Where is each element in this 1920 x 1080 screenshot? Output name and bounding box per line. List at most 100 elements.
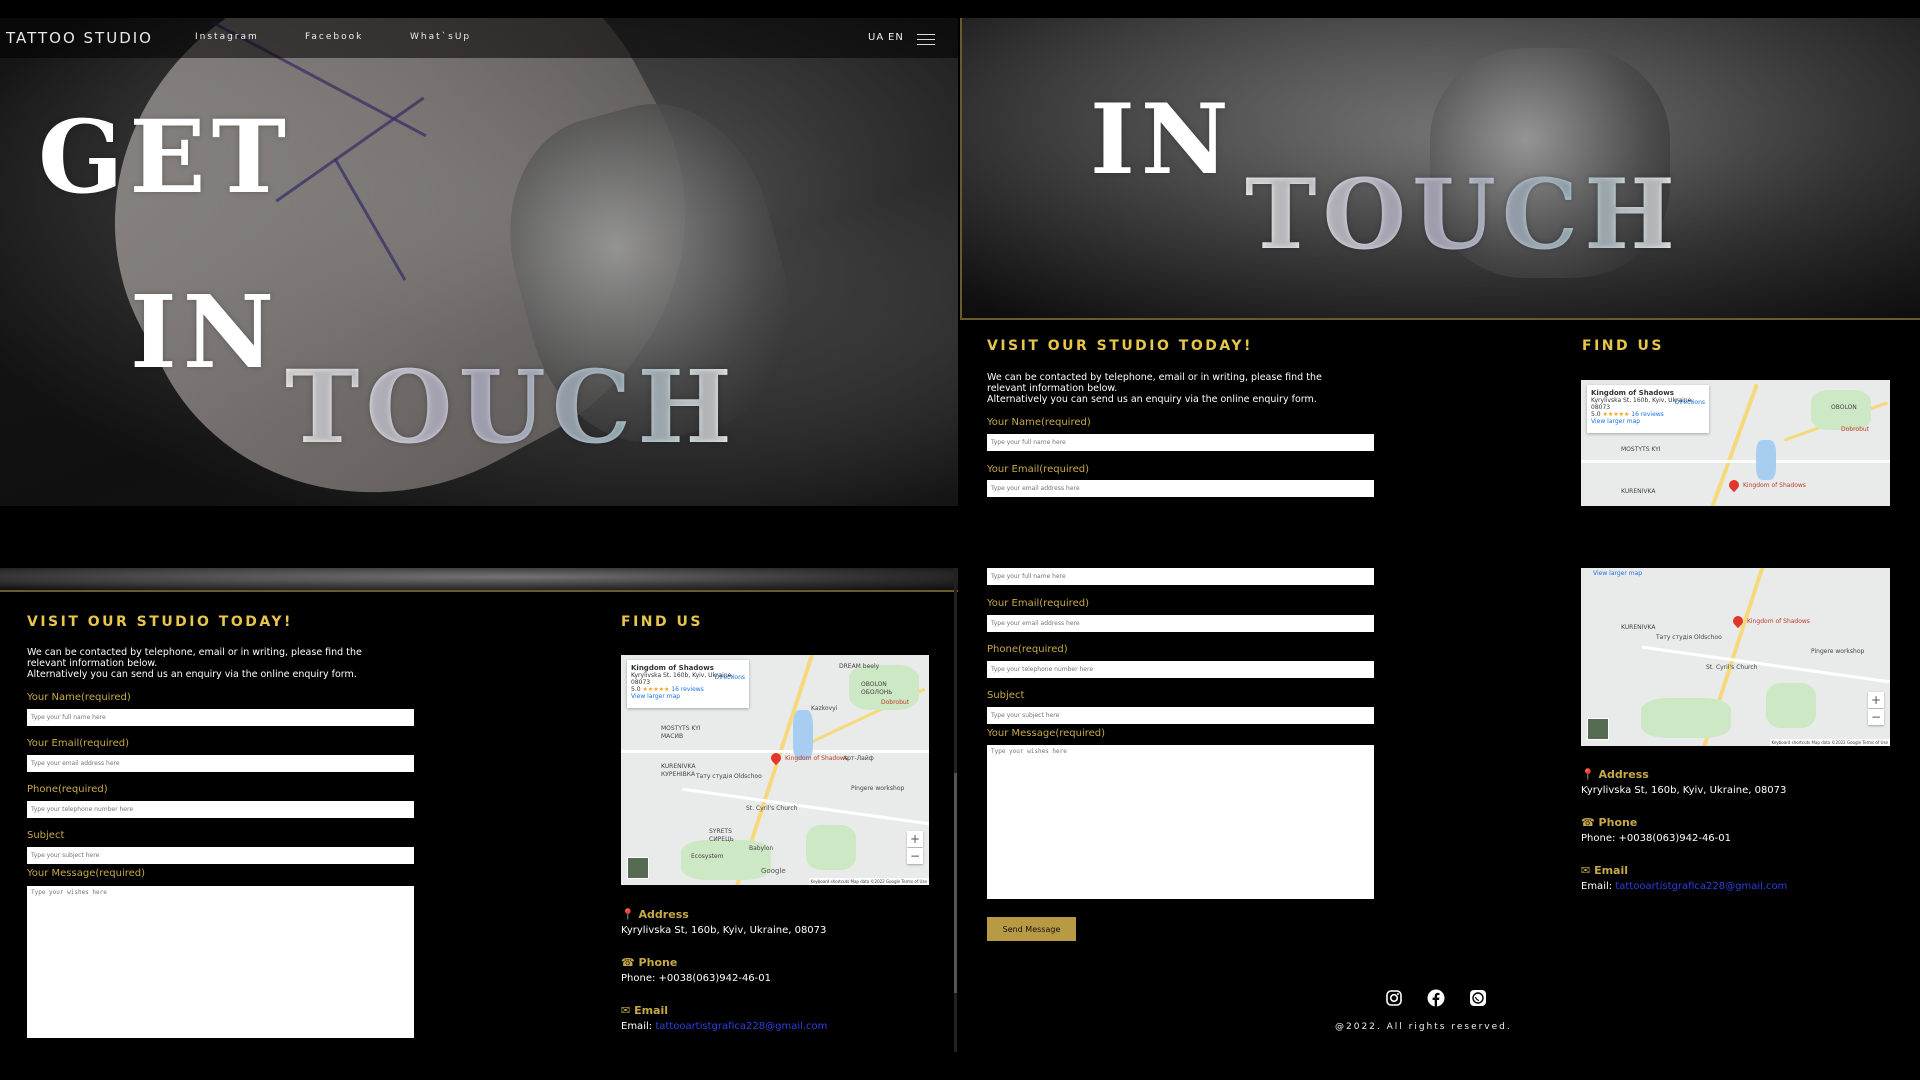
map-stars: ★★★★★ xyxy=(642,686,670,693)
email-title: ✉ Email xyxy=(1581,864,1629,877)
map-directions-link[interactable]: Directions xyxy=(715,674,745,681)
nav-facebook[interactable]: Facebook xyxy=(305,32,363,42)
name-input[interactable] xyxy=(987,434,1374,451)
map-place-name: Kingdom of Shadows xyxy=(1591,389,1674,397)
contact-panel-bottom: Your Email(required) Phone(required) Sub… xyxy=(960,568,1920,1052)
facebook-icon[interactable] xyxy=(1427,989,1445,1007)
map-poi: OBOLON xyxy=(1831,404,1857,411)
email-link[interactable]: tattooartistgrafica228@gmail.com xyxy=(1615,881,1787,892)
map-poi: OBOLON xyxy=(861,681,887,688)
map-poi: KURENIVKA xyxy=(661,763,696,770)
map-poi: KURENIVKA xyxy=(1621,488,1656,495)
map-park xyxy=(1766,683,1816,728)
section-divider xyxy=(960,318,1920,320)
phone-icon: ☎ xyxy=(621,956,635,969)
map-poi: Dobrobut xyxy=(881,699,910,706)
message-textarea[interactable] xyxy=(27,886,414,1038)
google-map[interactable]: Kingdom of Shadows OBOLON ОБОЛОНЬ MOSTYT… xyxy=(621,655,929,885)
map-poi: МАСИВ xyxy=(661,733,684,740)
hero-word-touch: TOUCH xyxy=(285,348,738,466)
message-textarea[interactable] xyxy=(987,745,1374,899)
email-title: ✉ Email xyxy=(621,1004,669,1017)
map-view-larger-link[interactable]: View larger map xyxy=(631,693,745,700)
panel-edge xyxy=(960,18,962,318)
message-label: Your Message(required) xyxy=(27,868,146,879)
map-reviews-link[interactable]: 16 reviews xyxy=(1631,411,1664,418)
email-input[interactable] xyxy=(987,615,1374,632)
google-map[interactable]: Kingdom of Shadows OBOLON MOSTYTS KYI KU… xyxy=(1581,380,1890,506)
map-satellite-thumb[interactable] xyxy=(1587,718,1609,740)
subject-input[interactable] xyxy=(27,847,414,864)
map-view-larger-link[interactable]: View larger map xyxy=(1591,418,1705,425)
map-road xyxy=(682,787,929,826)
instagram-icon[interactable] xyxy=(1385,989,1403,1007)
map-water xyxy=(793,710,813,760)
lang-ua[interactable]: UA xyxy=(868,32,884,43)
email-link[interactable]: tattooartistgrafica228@gmail.com xyxy=(655,1021,827,1032)
map-zoom-out-button[interactable]: − xyxy=(1868,709,1884,725)
envelope-icon: ✉ xyxy=(1581,864,1591,877)
pin-icon: 📍 xyxy=(621,908,635,921)
phone-label: Phone(required) xyxy=(987,644,1068,655)
hero-word-get: GET xyxy=(38,98,293,216)
phone-icon: ☎ xyxy=(1581,816,1595,829)
map-place-card: Kingdom of Shadows Kyrylivska St, 160b, … xyxy=(627,660,749,708)
brand-logo[interactable]: TATTOO STUDIO xyxy=(6,29,153,47)
hero-panel-full: GET IN TOUCH TATTOO STUDIO Instagram Fac… xyxy=(0,18,958,506)
map-place-card: Kingdom of Shadows Kyrylivska St, 160b, … xyxy=(1587,385,1709,433)
map-poi: KURENIVKA xyxy=(1621,624,1656,631)
google-map[interactable]: Kingdom of Shadows View larger map KUREN… xyxy=(1581,568,1890,746)
send-message-button[interactable]: Send Message xyxy=(987,917,1076,941)
email-input[interactable] xyxy=(27,755,414,772)
map-pin-label: Kingdom of Shadows xyxy=(785,755,848,762)
map-poi: SYRETS xyxy=(709,828,732,835)
map-stars: ★★★★★ xyxy=(1602,411,1630,418)
subject-input[interactable] xyxy=(987,707,1374,724)
map-satellite-thumb[interactable] xyxy=(627,857,649,879)
email-label: Your Email(required) xyxy=(27,738,129,749)
phone-input[interactable] xyxy=(987,661,1374,678)
map-directions-link[interactable]: Directions xyxy=(1675,399,1705,406)
hero-word-in: IN xyxy=(1090,83,1235,196)
map-google-logo: Google xyxy=(761,867,786,875)
name-input[interactable] xyxy=(987,568,1374,585)
nav-instagram[interactable]: Instagram xyxy=(195,32,259,42)
map-zoom-in-button[interactable]: + xyxy=(907,831,923,847)
map-poi: Pingere workshop xyxy=(1811,648,1865,655)
map-pin-label: Kingdom of Shadows xyxy=(1747,618,1810,625)
map-reviews-link[interactable]: 16 reviews xyxy=(671,686,704,693)
scrollbar-thumb[interactable] xyxy=(954,773,957,993)
contact-panel-full: VISIT OUR STUDIO TODAY! We can be contac… xyxy=(0,568,958,1052)
map-poi: DREAM beely xyxy=(839,663,880,670)
phone-title: ☎ Phone xyxy=(621,956,678,969)
map-zoom-out-button[interactable]: − xyxy=(907,848,923,864)
subject-label: Subject xyxy=(987,690,1025,701)
message-label: Your Message(required) xyxy=(987,728,1106,739)
address-title: 📍 Address xyxy=(621,908,689,921)
intro-text: We can be contacted by telephone, email … xyxy=(27,647,362,680)
map-view-larger-link[interactable]: View larger map xyxy=(1593,570,1642,577)
menu-burger-icon[interactable] xyxy=(917,34,935,45)
visit-heading: VISIT OUR STUDIO TODAY! xyxy=(987,338,1253,354)
hero-word-in: IN xyxy=(130,273,281,391)
map-poi: КУРЕНІВКА xyxy=(661,771,696,778)
map-poi: Pingere workshop xyxy=(851,785,905,792)
intro-text: We can be contacted by telephone, email … xyxy=(987,372,1322,405)
map-poi: MOSTYTS KYI xyxy=(1621,446,1661,453)
phone-label: Phone(required) xyxy=(27,784,108,795)
phone-text: Phone: +0038(063)942-46-01 xyxy=(621,973,771,984)
phone-text: Phone: +0038(063)942-46-01 xyxy=(1581,833,1731,844)
email-input[interactable] xyxy=(987,480,1374,497)
find-us-heading: FIND US xyxy=(1582,338,1664,354)
copyright-text: @2022. All rights reserved. xyxy=(1335,1022,1512,1032)
map-zoom-in-button[interactable]: + xyxy=(1868,692,1884,708)
email-text: Email: tattooartistgrafica228@gmail.com xyxy=(1581,881,1788,892)
nav-whatsup[interactable]: What`sUp xyxy=(410,32,471,42)
name-input[interactable] xyxy=(27,709,414,726)
section-divider xyxy=(0,590,958,592)
phone-input[interactable] xyxy=(27,801,414,818)
map-pin-icon[interactable] xyxy=(1726,477,1742,493)
lang-en[interactable]: EN xyxy=(888,32,904,43)
whatsapp-icon[interactable] xyxy=(1469,989,1487,1007)
phone-title: ☎ Phone xyxy=(1581,816,1638,829)
